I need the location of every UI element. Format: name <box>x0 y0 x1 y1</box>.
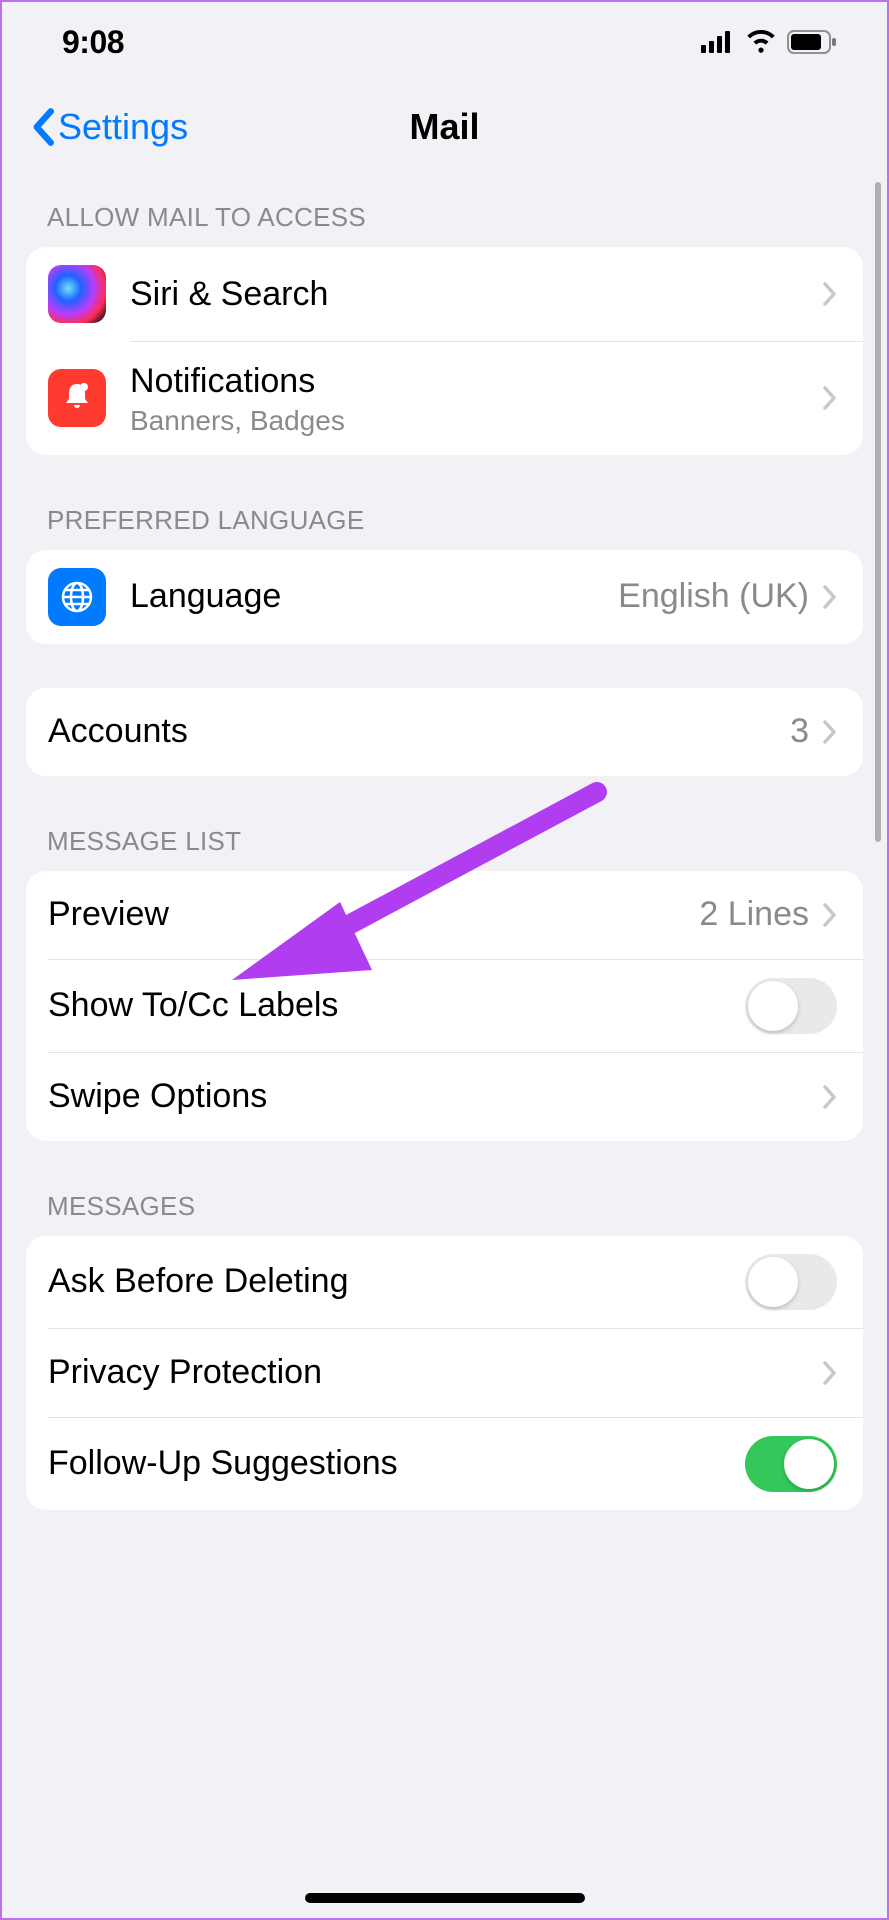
scroll-indicator[interactable] <box>875 182 881 842</box>
row-accounts[interactable]: Accounts 3 <box>26 688 863 776</box>
group-language: Language English (UK) <box>26 550 863 644</box>
nav-bar: Settings Mail <box>2 82 887 172</box>
row-language[interactable]: Language English (UK) <box>26 550 863 644</box>
section-header-messages: Messages <box>2 1141 887 1236</box>
chevron-right-icon <box>823 386 837 410</box>
group-accounts: Accounts 3 <box>26 688 863 776</box>
row-title: Follow-Up Suggestions <box>48 1442 745 1485</box>
row-title: Privacy Protection <box>48 1351 823 1394</box>
group-access: Siri & Search Notifications Banners, Bad… <box>26 247 863 455</box>
row-title: Ask Before Deleting <box>48 1260 745 1303</box>
row-show-to-cc[interactable]: Show To/Cc Labels <box>26 960 863 1052</box>
chevron-right-icon <box>823 1085 837 1109</box>
wifi-icon <box>745 30 777 54</box>
row-swipe-options[interactable]: Swipe Options <box>26 1053 863 1141</box>
row-follow-up-suggestions[interactable]: Follow-Up Suggestions <box>26 1418 863 1510</box>
page-title: Mail <box>409 106 479 148</box>
home-indicator[interactable] <box>305 1893 585 1903</box>
chevron-right-icon <box>823 720 837 744</box>
chevron-right-icon <box>823 282 837 306</box>
back-button[interactable]: Settings <box>32 106 188 148</box>
chevron-right-icon <box>823 1361 837 1385</box>
notifications-icon <box>48 369 106 427</box>
chevron-right-icon <box>823 903 837 927</box>
globe-icon <box>48 568 106 626</box>
group-message-list: Preview 2 Lines Show To/Cc Labels Swipe … <box>26 871 863 1141</box>
row-siri-search[interactable]: Siri & Search <box>26 247 863 341</box>
row-value: 2 Lines <box>699 895 809 934</box>
section-header-language: Preferred Language <box>2 455 887 550</box>
row-title: Siri & Search <box>130 273 823 316</box>
back-label: Settings <box>58 106 188 148</box>
row-title: Notifications <box>130 360 823 403</box>
chevron-left-icon <box>32 108 54 146</box>
row-title: Language <box>130 575 618 618</box>
siri-icon <box>48 265 106 323</box>
row-privacy-protection[interactable]: Privacy Protection <box>26 1329 863 1417</box>
row-title: Swipe Options <box>48 1075 823 1118</box>
chevron-right-icon <box>823 585 837 609</box>
row-notifications[interactable]: Notifications Banners, Badges <box>26 342 863 455</box>
toggle-ask-before-deleting[interactable] <box>745 1254 837 1310</box>
row-value: English (UK) <box>618 577 809 616</box>
section-header-message-list: Message List <box>2 776 887 871</box>
row-preview[interactable]: Preview 2 Lines <box>26 871 863 959</box>
toggle-to-cc[interactable] <box>745 978 837 1034</box>
status-icons <box>701 30 837 54</box>
status-bar: 9:08 <box>2 2 887 82</box>
group-messages: Ask Before Deleting Privacy Protection F… <box>26 1236 863 1510</box>
row-value: 3 <box>790 712 809 751</box>
cellular-icon <box>701 31 735 53</box>
status-time: 9:08 <box>62 24 124 61</box>
row-subtitle: Banners, Badges <box>130 405 823 437</box>
toggle-follow-up[interactable] <box>745 1436 837 1492</box>
section-header-access: Allow Mail to Access <box>2 172 887 247</box>
row-title: Preview <box>48 893 699 936</box>
row-ask-before-deleting[interactable]: Ask Before Deleting <box>26 1236 863 1328</box>
battery-icon <box>787 30 837 54</box>
row-title: Accounts <box>48 710 790 753</box>
row-title: Show To/Cc Labels <box>48 984 745 1027</box>
